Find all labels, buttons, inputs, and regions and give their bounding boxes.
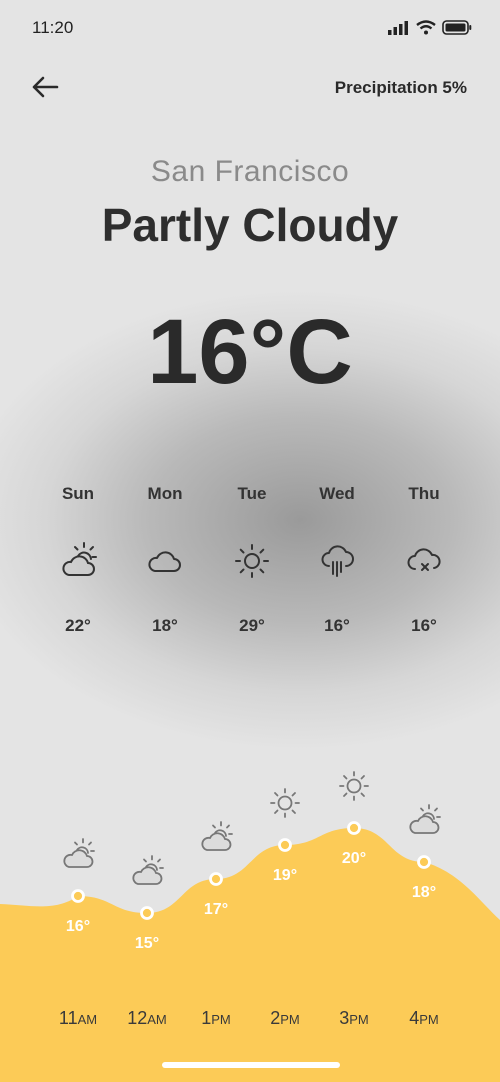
partly-cloudy-icon bbox=[63, 838, 95, 868]
hourly-temperature: 19° bbox=[273, 867, 297, 884]
rain-cloud-icon bbox=[321, 545, 354, 577]
hourly-temperature: 20° bbox=[342, 850, 366, 867]
precipitation-label: Precipitation 5% bbox=[334, 78, 467, 97]
day-forecast-tue[interactable]: Tue 29° bbox=[212, 484, 292, 636]
day-temperature: 16° bbox=[411, 616, 437, 635]
temperature-point[interactable] bbox=[417, 855, 431, 869]
temperature-point[interactable] bbox=[71, 889, 85, 903]
arrow-left-icon bbox=[32, 76, 59, 98]
temperature-point[interactable] bbox=[140, 906, 154, 920]
hour-label: 4PM bbox=[409, 1008, 439, 1028]
city-name: San Francisco bbox=[150, 155, 350, 188]
hour-label: 11AM bbox=[58, 1008, 98, 1028]
current-temperature: 16°C bbox=[147, 301, 353, 403]
hourly-temperature: 16° bbox=[66, 918, 90, 935]
day-temperature: 29° bbox=[239, 616, 265, 635]
day-forecast-mon[interactable]: Mon 18° bbox=[125, 484, 205, 636]
day-temperature: 16° bbox=[324, 616, 350, 635]
partly-cloudy-icon bbox=[409, 804, 441, 834]
partly-cloudy-icon bbox=[201, 821, 233, 851]
wifi-icon bbox=[416, 20, 436, 35]
partly-cloudy-icon bbox=[132, 855, 164, 885]
back-button[interactable] bbox=[30, 74, 62, 102]
day-temperature: 18° bbox=[152, 616, 178, 635]
day-name: Tue bbox=[237, 484, 267, 503]
cloud-x-icon bbox=[407, 548, 441, 571]
hour-label: 3PM bbox=[339, 1008, 369, 1028]
battery-icon bbox=[442, 20, 472, 35]
signal-icon bbox=[388, 20, 408, 35]
cloud-icon bbox=[148, 551, 181, 572]
status-bar: 11:20 bbox=[0, 0, 500, 60]
day-forecast-sun[interactable]: Sun 22° bbox=[38, 484, 118, 636]
weather-condition: Partly Cloudy bbox=[101, 199, 399, 251]
sun-icon bbox=[270, 788, 300, 818]
hour-label: 2PM bbox=[270, 1008, 300, 1028]
hour-label: 12AM bbox=[127, 1008, 167, 1028]
status-icons bbox=[388, 20, 472, 35]
day-name: Mon bbox=[147, 484, 183, 503]
hourly-temperature: 17° bbox=[204, 901, 228, 918]
home-indicator[interactable] bbox=[162, 1062, 340, 1068]
sun-icon bbox=[235, 544, 269, 578]
day-name: Wed bbox=[319, 484, 355, 503]
hour-label: 1PM bbox=[201, 1008, 231, 1028]
temperature-point[interactable] bbox=[209, 872, 223, 886]
sun-icon bbox=[339, 771, 369, 801]
hourly-temperature: 18° bbox=[412, 884, 436, 901]
temperature-point[interactable] bbox=[278, 838, 292, 852]
hourly-temperature: 15° bbox=[135, 935, 159, 952]
day-name: Thu bbox=[408, 484, 440, 503]
hourly-temperature-chart: 16° 15° 17° 19° 20° 18° bbox=[0, 771, 500, 1082]
status-time: 11:20 bbox=[32, 18, 74, 37]
day-name: Sun bbox=[61, 484, 95, 503]
partly-cloudy-icon bbox=[62, 542, 97, 576]
day-forecast-wed[interactable]: Wed 16° bbox=[297, 484, 377, 636]
top-bar: Precipitation 5% bbox=[0, 70, 500, 106]
day-temperature: 22° bbox=[65, 616, 91, 635]
temperature-point[interactable] bbox=[347, 821, 361, 835]
day-forecast-thu[interactable]: Thu 16° bbox=[384, 484, 464, 636]
